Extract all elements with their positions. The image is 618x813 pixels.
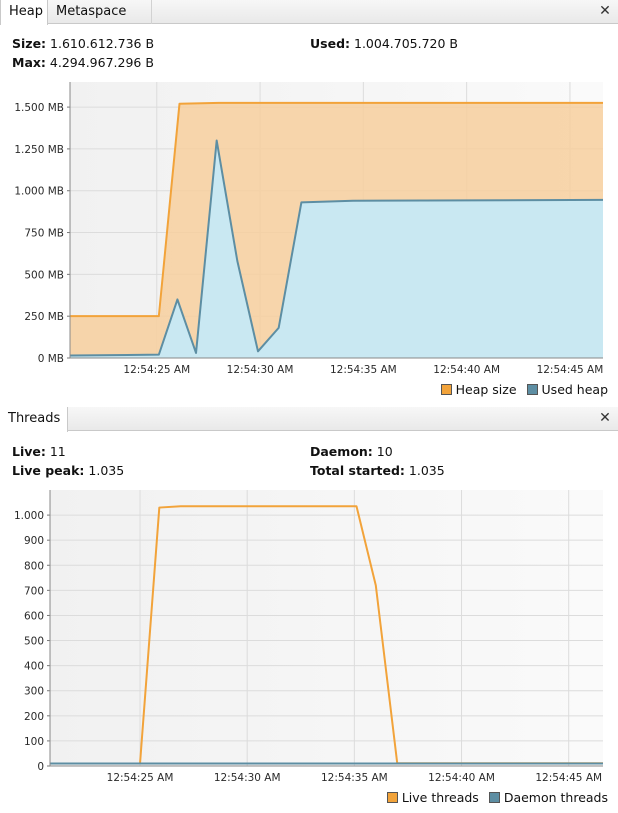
x-tick-label: 12:54:35 AM bbox=[330, 364, 397, 376]
daemon-label: Daemon: bbox=[310, 444, 373, 459]
started-label: Total started: bbox=[310, 463, 405, 478]
y-tick-label: 1.000 MB bbox=[14, 186, 64, 198]
heap-used-info: Used: 1.004.705.720 B bbox=[310, 36, 458, 51]
threads-peak-info: Live peak: 1.035 bbox=[12, 463, 124, 478]
y-tick-label: 400 bbox=[24, 661, 44, 673]
y-tick-label: 250 MB bbox=[24, 311, 64, 323]
threads-legend: Live threads Daemon threads bbox=[377, 790, 608, 805]
x-tick-label: 12:54:30 AM bbox=[214, 772, 281, 784]
y-tick-label: 800 bbox=[24, 560, 44, 572]
threads-started-info: Total started: 1.035 bbox=[310, 463, 445, 478]
y-tick-label: 0 bbox=[37, 761, 44, 773]
heap-tabbar: Heap Metaspace ✕ bbox=[0, 0, 618, 25]
y-tick-label: 750 MB bbox=[24, 228, 64, 240]
tab-metaspace[interactable]: Metaspace bbox=[48, 0, 152, 24]
legend-label-daemon-threads: Daemon threads bbox=[503, 790, 608, 805]
heap-max-info: Max: 4.294.967.296 B bbox=[12, 55, 154, 70]
size-value: 1.610.612.736 B bbox=[50, 36, 155, 51]
x-tick-label: 12:54:25 AM bbox=[123, 364, 190, 376]
size-label: Size: bbox=[12, 36, 47, 51]
live-label: Live: bbox=[12, 444, 46, 459]
y-tick-label: 200 bbox=[24, 711, 44, 723]
tab-threads[interactable]: Threads bbox=[0, 407, 68, 432]
legend-swatch-live-threads bbox=[386, 792, 398, 803]
legend-daemon-threads: Daemon threads bbox=[488, 790, 608, 805]
legend-used-heap: Used heap bbox=[526, 382, 608, 397]
legend-label-used-heap: Used heap bbox=[541, 382, 608, 397]
x-tick-label: 12:54:35 AM bbox=[321, 772, 388, 784]
used-value: 1.004.705.720 B bbox=[354, 36, 458, 51]
x-tick-label: 12:54:45 AM bbox=[537, 364, 604, 376]
close-icon[interactable]: ✕ bbox=[596, 409, 614, 427]
x-tick-label: 12:54:30 AM bbox=[227, 364, 294, 376]
live-value: 11 bbox=[49, 444, 66, 459]
legend-swatch-daemon-threads bbox=[488, 792, 500, 803]
plot-background bbox=[50, 490, 603, 766]
legend-swatch-used-heap bbox=[526, 384, 538, 395]
y-tick-label: 1.500 MB bbox=[14, 102, 64, 114]
legend-heap-size: Heap size bbox=[440, 382, 517, 397]
heap-legend: Heap size Used heap bbox=[431, 382, 608, 397]
legend-swatch-heap-size bbox=[440, 384, 452, 395]
y-tick-label: 500 MB bbox=[24, 269, 64, 281]
threads-chart: 0 100 200 300 400 500 600 700 800 900 1.000 12:54:2… bbox=[14, 490, 603, 784]
used-label: Used: bbox=[310, 36, 351, 51]
max-label: Max: bbox=[12, 55, 46, 70]
threads-live-info: Live: 11 bbox=[12, 444, 66, 459]
x-tick-label: 12:54:45 AM bbox=[535, 772, 602, 784]
started-value: 1.035 bbox=[408, 463, 445, 478]
legend-label-heap-size: Heap size bbox=[455, 382, 517, 397]
legend-label-live-threads: Live threads bbox=[401, 790, 479, 805]
legend-live-threads: Live threads bbox=[386, 790, 479, 805]
y-tick-label: 1.000 bbox=[14, 510, 44, 522]
heap-panel: Heap Metaspace ✕ Size: 1.610.612.736 B U… bbox=[0, 0, 618, 406]
max-value: 4.294.967.296 B bbox=[49, 55, 154, 70]
peak-value: 1.035 bbox=[88, 463, 125, 478]
threads-tabbar: Threads ✕ bbox=[0, 407, 618, 432]
tab-heap[interactable]: Heap bbox=[0, 0, 48, 25]
y-tick-label: 100 bbox=[24, 736, 44, 748]
x-tick-label: 12:54:40 AM bbox=[433, 364, 500, 376]
y-tick-label: 700 bbox=[24, 585, 44, 597]
y-tick-label: 1.250 MB bbox=[14, 144, 64, 156]
threads-panel: Threads ✕ Live: 11 Daemon: 10 Live peak:… bbox=[0, 407, 618, 813]
daemon-value: 10 bbox=[376, 444, 393, 459]
x-tick-label: 12:54:40 AM bbox=[428, 772, 495, 784]
x-tick-label: 12:54:25 AM bbox=[107, 772, 174, 784]
y-tick-label: 600 bbox=[24, 610, 44, 622]
y-tick-label: 900 bbox=[24, 535, 44, 547]
y-tick-label: 300 bbox=[24, 686, 44, 698]
y-tick-label: 0 MB bbox=[38, 353, 64, 365]
heap-chart: 0 MB 250 MB 500 MB 750 MB 1.000 MB 1.250 MB 1.… bbox=[14, 82, 604, 376]
heap-size-info: Size: 1.610.612.736 B bbox=[12, 36, 154, 51]
threads-daemon-info: Daemon: 10 bbox=[310, 444, 393, 459]
close-icon[interactable]: ✕ bbox=[596, 2, 614, 20]
y-tick-label: 500 bbox=[24, 636, 44, 648]
peak-label: Live peak: bbox=[12, 463, 85, 478]
